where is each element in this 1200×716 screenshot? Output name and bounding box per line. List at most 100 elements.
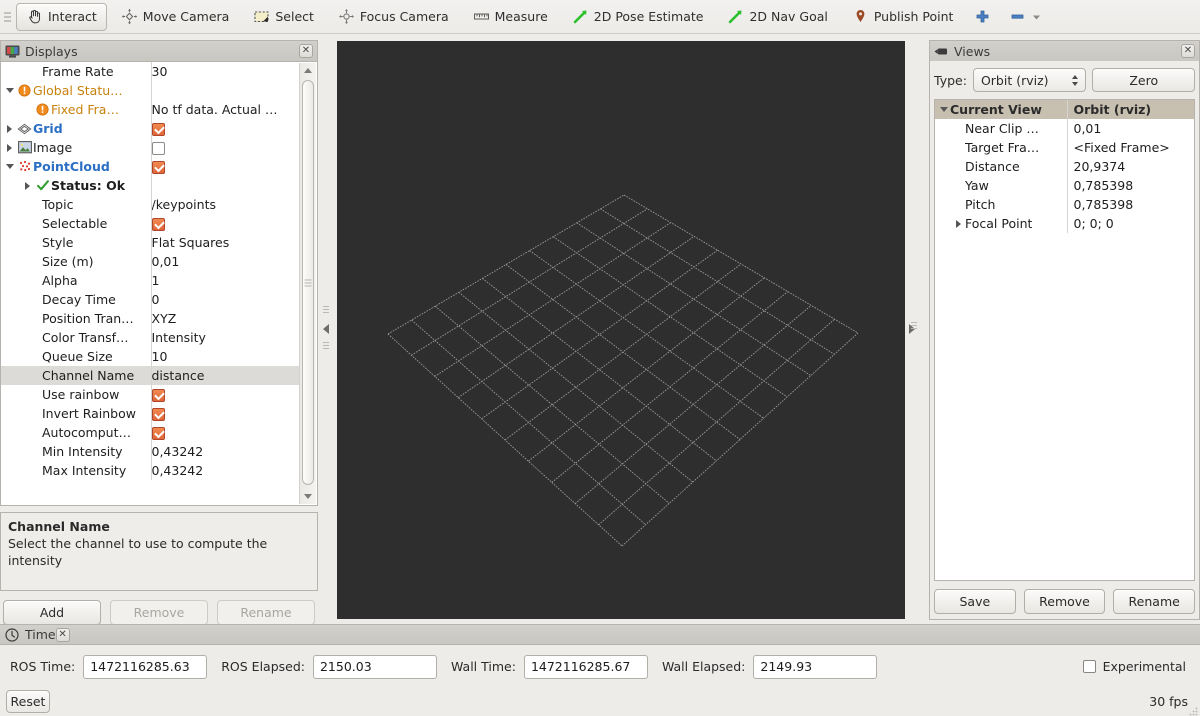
remove-tool-button[interactable] (1002, 3, 1049, 31)
close-icon[interactable]: ✕ (1181, 44, 1195, 58)
collapse-left-icon[interactable] (323, 324, 329, 334)
property-value-cell[interactable]: 10 (151, 347, 300, 366)
expand-arrow-icon[interactable] (21, 181, 34, 190)
rename-view-button[interactable]: Rename (1113, 589, 1196, 614)
property-checkbox[interactable] (151, 161, 165, 174)
zero-button[interactable]: Zero (1092, 68, 1195, 92)
toolbar-drag-handle[interactable] (4, 7, 12, 27)
ros-elapsed-input[interactable]: 2150.03 (312, 654, 437, 679)
display-property-row[interactable]: Use rainbow (1, 385, 300, 404)
view-property-row[interactable]: Yaw 0,785398 (935, 176, 1194, 195)
view-property-row[interactable]: Near Clip … 0,01 (935, 119, 1194, 138)
tool-2d-pose-estimate[interactable]: 2D Pose Estimate (562, 3, 714, 31)
property-checkbox[interactable] (151, 427, 165, 440)
view-property-row[interactable]: Target Fra… <Fixed Frame> (935, 138, 1194, 157)
close-icon[interactable]: ✕ (299, 44, 313, 58)
tool-measure[interactable]: Measure (463, 3, 558, 31)
property-checkbox[interactable] (151, 218, 165, 231)
scrollbar-thumb[interactable] (302, 80, 314, 485)
display-property-row[interactable]: Channel Name distance (1, 366, 300, 385)
add-tool-button[interactable] (967, 3, 998, 31)
property-checkbox[interactable] (151, 408, 165, 421)
property-value-cell[interactable]: XYZ (151, 309, 300, 328)
experimental-toggle[interactable]: Experimental (1082, 659, 1186, 674)
property-value-cell[interactable]: 0,43242 (151, 442, 300, 461)
property-value-cell[interactable] (151, 157, 300, 176)
property-value-cell[interactable]: No tf data. Actual … (151, 100, 300, 119)
property-value-cell[interactable] (151, 214, 300, 233)
property-value-cell[interactable] (151, 138, 300, 157)
display-property-row[interactable]: Status: Ok (1, 176, 300, 195)
display-property-row[interactable]: Grid (1, 119, 300, 138)
scroll-up-icon[interactable] (300, 63, 316, 78)
display-property-row[interactable]: Topic/keypoints (1, 195, 300, 214)
chevron-down-icon[interactable] (1031, 8, 1042, 25)
display-property-row[interactable]: Queue Size 10 (1, 347, 300, 366)
scroll-down-icon[interactable] (300, 489, 316, 504)
experimental-checkbox[interactable] (1082, 660, 1096, 673)
property-value-cell[interactable] (151, 385, 300, 404)
view-property-row[interactable]: Distance 20,9374 (935, 157, 1194, 176)
view-type-select[interactable]: Orbit (rviz) (972, 68, 1087, 92)
close-icon[interactable]: ✕ (55, 627, 70, 642)
property-value-cell[interactable]: Flat Squares (151, 233, 300, 252)
displays-scrollbar[interactable] (299, 63, 316, 504)
view-property-row[interactable]: Pitch 0,785398 (935, 195, 1194, 214)
left-splitter[interactable] (320, 40, 332, 620)
rename-display-button[interactable]: Rename (217, 600, 315, 625)
expand-arrow-icon[interactable] (3, 164, 16, 169)
property-value-cell[interactable]: 1 (151, 271, 300, 290)
view-property-value-cell[interactable]: <Fixed Frame> (1067, 138, 1194, 157)
expand-arrow-icon[interactable] (3, 124, 16, 133)
property-checkbox[interactable] (151, 142, 165, 155)
property-value-cell[interactable] (151, 423, 300, 442)
resize-grip[interactable] (1188, 704, 1198, 716)
display-property-row[interactable]: Min Intensity 0,43242 (1, 442, 300, 461)
spinner-arrows-icon[interactable] (1072, 74, 1079, 86)
property-value-cell[interactable]: 0,01 (151, 252, 300, 271)
display-property-row[interactable]: Style Flat Squares (1, 233, 300, 252)
remove-display-button[interactable]: Remove (110, 600, 208, 625)
remove-view-button[interactable]: Remove (1023, 589, 1106, 614)
wall-elapsed-input[interactable]: 2149.93 (753, 654, 878, 679)
tool-move-camera[interactable]: Move Camera (111, 3, 240, 31)
display-property-row[interactable]: Position Tran… XYZ (1, 309, 300, 328)
view-property-value-cell[interactable]: 0,785398 (1067, 176, 1194, 195)
display-property-row[interactable]: Selectable (1, 214, 300, 233)
tool-publish-point[interactable]: Publish Point (842, 3, 964, 31)
display-property-row[interactable]: Frame Rate 30 (1, 62, 300, 81)
expand-arrow-icon[interactable] (3, 88, 16, 93)
views-property-tree[interactable]: Current View Orbit (rviz) Near Clip … 0,01 T… (934, 99, 1195, 581)
view-property-value-cell[interactable]: 0,01 (1067, 119, 1194, 138)
display-property-row[interactable]: Alpha 1 (1, 271, 300, 290)
right-splitter[interactable] (906, 40, 918, 620)
property-checkbox[interactable] (151, 123, 165, 136)
display-property-row[interactable]: Image (1, 138, 300, 157)
tool-select[interactable]: Select (243, 3, 324, 31)
view-property-value-cell[interactable]: 0; 0; 0 (1067, 214, 1194, 233)
views-header-row[interactable]: Current View Orbit (rviz) (935, 100, 1194, 119)
tool-interact[interactable]: Interact (16, 2, 107, 31)
expand-arrow-icon[interactable] (937, 107, 950, 112)
expand-arrow-icon[interactable] (952, 219, 965, 228)
display-property-row[interactable]: Size (m) 0,01 (1, 252, 300, 271)
property-value-cell[interactable] (151, 176, 300, 195)
display-property-row[interactable]: PointCloud (1, 157, 300, 176)
view-property-value-cell[interactable]: 0,785398 (1067, 195, 1194, 214)
property-value-cell[interactable]: 0 (151, 290, 300, 309)
add-display-button[interactable]: Add (3, 600, 101, 625)
tool-2d-nav-goal[interactable]: 2D Nav Goal (717, 3, 837, 31)
display-property-row[interactable]: Max Intensity 0,43242 (1, 461, 300, 480)
display-property-row[interactable]: Global Statu… (1, 81, 300, 100)
property-value-cell[interactable]: distance (151, 366, 300, 385)
save-view-button[interactable]: Save (934, 589, 1016, 614)
displays-tree[interactable]: Frame Rate 30 Global Statu… Fixed Fra… No tf… (0, 61, 318, 506)
property-value-cell[interactable]: 30 (151, 62, 300, 81)
display-property-row[interactable]: Fixed Fra… No tf data. Actual … (1, 100, 300, 119)
display-property-row[interactable]: Decay Time 0 (1, 290, 300, 309)
reset-button[interactable]: Reset (6, 690, 50, 713)
display-property-row[interactable]: Color Transf… Intensity (1, 328, 300, 347)
property-value-cell[interactable]: /keypoints (151, 195, 300, 214)
tool-focus-camera[interactable]: Focus Camera (328, 3, 459, 31)
property-checkbox[interactable] (151, 389, 165, 402)
